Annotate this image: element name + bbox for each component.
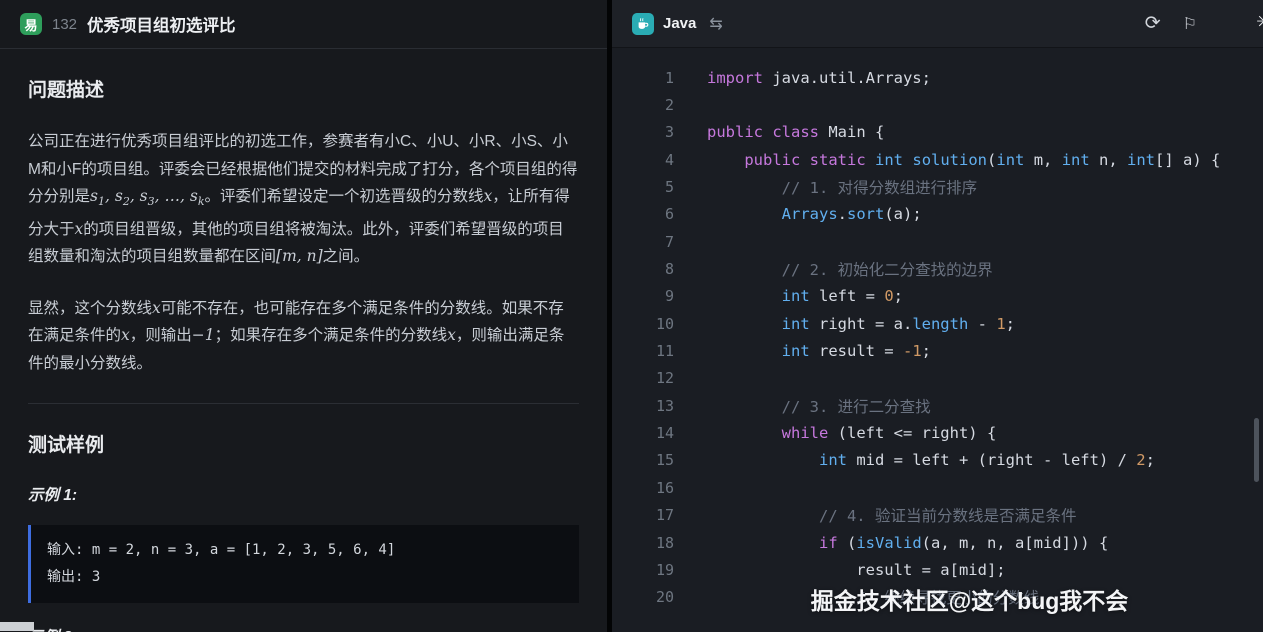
editor-header: Java ⇆ ⟳ ⚐ ✳ xyxy=(612,0,1263,48)
code-line: 11 int result = -1; xyxy=(612,337,1263,364)
line-number: 6 xyxy=(612,205,674,223)
line-number: 17 xyxy=(612,506,674,524)
code-line: 15 int mid = left + (right - left) / 2; xyxy=(612,447,1263,474)
example1-input-line: 输入: m = 2, n = 3, a = [1, 2, 3, 5, 6, 4] xyxy=(47,537,563,564)
code-line: 19 result = a[mid]; xyxy=(612,556,1263,583)
code-line: 12 xyxy=(612,365,1263,392)
code-line: 9 int left = 0; xyxy=(612,283,1263,310)
difficulty-badge: 易 xyxy=(20,13,42,35)
line-number: 16 xyxy=(612,479,674,497)
code-line: 13 // 3. 进行二分查找 xyxy=(612,392,1263,419)
code-line: 8 // 2. 初始化二分查找的边界 xyxy=(612,255,1263,282)
line-number: 20 xyxy=(612,588,674,606)
line-number: 1 xyxy=(612,69,674,87)
section-divider xyxy=(28,403,579,404)
line-number: 15 xyxy=(612,451,674,469)
swap-language-icon[interactable]: ⇆ xyxy=(709,14,722,34)
problem-id: 132 xyxy=(52,16,77,33)
language-selector[interactable]: Java xyxy=(632,13,696,35)
flag-icon[interactable]: ⚐ xyxy=(1183,14,1197,34)
problem-header: 易 132 优秀项目组初选评比 xyxy=(0,0,607,49)
line-number: 19 xyxy=(612,561,674,579)
code-line: 4 public static int solution(int m, int … xyxy=(612,146,1263,173)
line-number: 4 xyxy=(612,151,674,169)
editor-vertical-scrollbar[interactable] xyxy=(1254,418,1259,482)
section-problem-description: 问题描述 xyxy=(28,75,579,102)
code-line: 7 xyxy=(612,228,1263,255)
line-number: 18 xyxy=(612,534,674,552)
line-number: 9 xyxy=(612,287,674,305)
app-root: 易 132 优秀项目组初选评比 问题描述 公司正在进行优秀项目组评比的初选工作，… xyxy=(0,0,1263,632)
problem-paragraph-2: 显然，这个分数线x可能不存在，也可能存在多个满足条件的分数线。如果不存在满足条件… xyxy=(28,295,579,378)
line-number: 3 xyxy=(612,123,674,141)
example1-output-line: 输出: 3 xyxy=(47,564,563,591)
editor-panel: Java ⇆ ⟳ ⚐ ✳ 1import java.util.Arrays; 2 3… xyxy=(612,0,1263,632)
java-icon xyxy=(632,13,654,35)
code-line: 3public class Main { xyxy=(612,119,1263,146)
line-number: 7 xyxy=(612,233,674,251)
code-line: 16 xyxy=(612,474,1263,501)
line-number: 11 xyxy=(612,342,674,360)
code-editor[interactable]: 1import java.util.Arrays; 2 3public class … xyxy=(612,48,1263,632)
code-line: 5 // 1. 对得分数组进行排序 xyxy=(612,173,1263,200)
problem-title: 优秀项目组初选评比 xyxy=(87,12,236,36)
problem-body: 问题描述 公司正在进行优秀项目组评比的初选工作，参赛者有小C、小U、小R、小S、… xyxy=(0,49,607,632)
line-number: 13 xyxy=(612,397,674,415)
code-line: 14 while (left <= right) { xyxy=(612,419,1263,446)
code-line: 18 if (isValid(a, m, n, a[mid])) { xyxy=(612,529,1263,556)
example1-label: 示例 1: xyxy=(28,483,579,505)
example2-label: 示例 2: xyxy=(28,625,579,632)
watermark: 掘金技术社区@这个bug我不会 xyxy=(811,582,1129,616)
code-line: 17 // 4. 验证当前分数线是否满足条件 xyxy=(612,502,1263,529)
problem-paragraph-1: 公司正在进行优秀项目组评比的初选工作，参赛者有小C、小U、小R、小S、小M和小F… xyxy=(28,128,579,271)
line-number: 8 xyxy=(612,260,674,278)
line-number: 10 xyxy=(612,315,674,333)
code-line: 1import java.util.Arrays; xyxy=(612,64,1263,91)
partial-edge-icon[interactable]: ✳ xyxy=(1256,11,1263,34)
problem-panel: 易 132 优秀项目组初选评比 问题描述 公司正在进行优秀项目组评比的初选工作，… xyxy=(0,0,607,632)
section-test-examples: 测试样例 xyxy=(28,430,579,457)
reset-code-icon[interactable]: ⟳ xyxy=(1145,12,1161,35)
language-label: Java xyxy=(663,15,696,32)
line-number: 5 xyxy=(612,178,674,196)
horizontal-scrollbar-thumb[interactable] xyxy=(0,622,34,631)
line-number: 12 xyxy=(612,369,674,387)
code-line: 6 Arrays.sort(a); xyxy=(612,201,1263,228)
code-line: 10 int right = a.length - 1; xyxy=(612,310,1263,337)
line-number: 2 xyxy=(612,96,674,114)
example1-code-block: 输入: m = 2, n = 3, a = [1, 2, 3, 5, 6, 4]… xyxy=(28,525,579,603)
code-line: 2 xyxy=(612,91,1263,118)
line-number: 14 xyxy=(612,424,674,442)
